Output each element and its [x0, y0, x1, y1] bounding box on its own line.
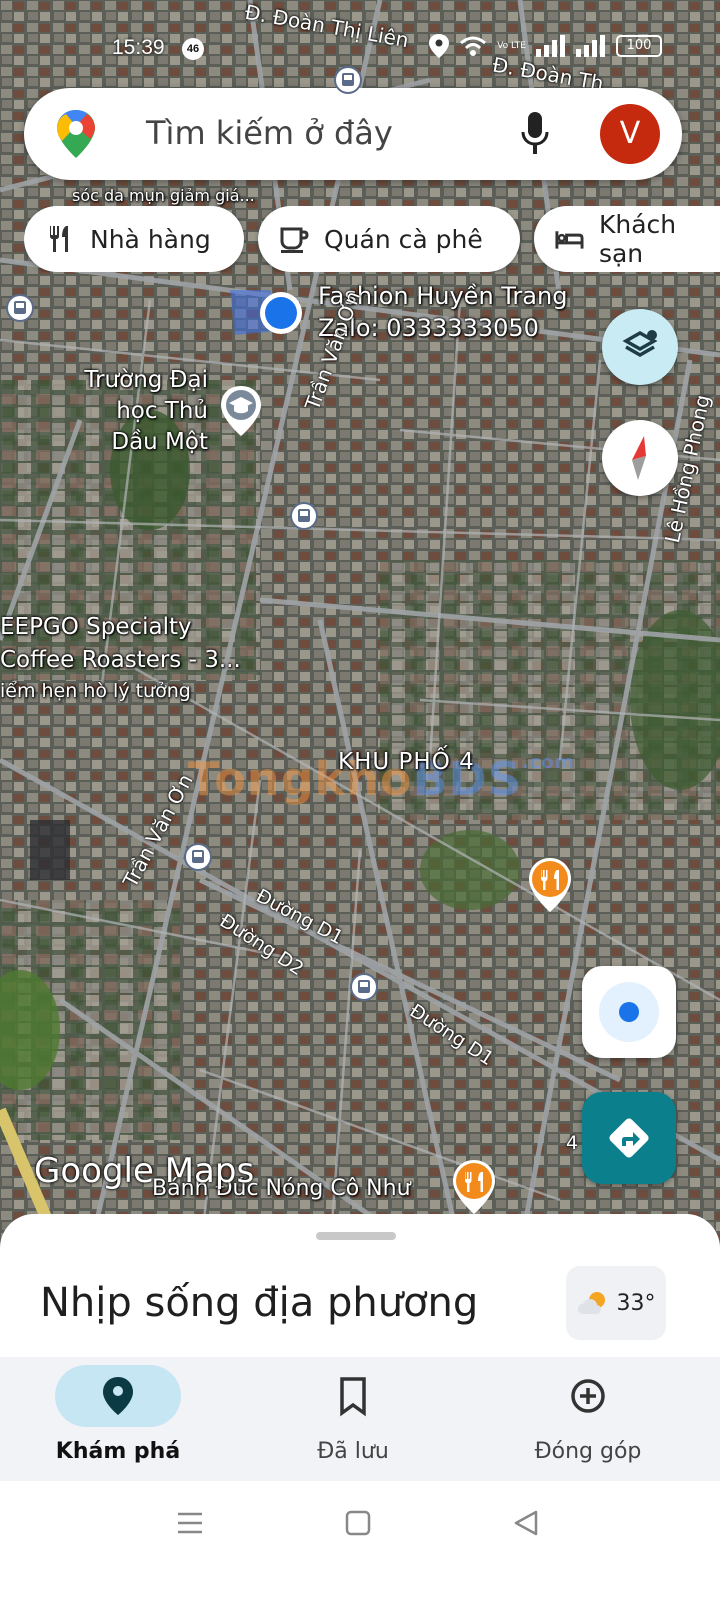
- university-line-2: học Thủ: [116, 398, 208, 424]
- school-pin-icon[interactable]: [218, 384, 264, 438]
- weather-chip[interactable]: 33°: [566, 1266, 666, 1340]
- bus-stop-icon[interactable]: [350, 973, 378, 1001]
- nav-explore[interactable]: Khám phá: [18, 1357, 218, 1481]
- add-circle-icon: [571, 1379, 605, 1413]
- compass-icon: [632, 436, 646, 480]
- network-label: Vo LTE: [497, 41, 526, 51]
- bus-stop-icon[interactable]: [290, 502, 318, 530]
- home-icon[interactable]: [344, 1509, 372, 1537]
- restaurant-pin-icon[interactable]: [450, 1158, 498, 1216]
- nav-explore-label: Khám phá: [55, 1439, 181, 1464]
- university-line-3: Dầu Một: [111, 429, 208, 455]
- bottom-sheet[interactable]: Nhịp sống địa phương 33°: [0, 1214, 720, 1360]
- watermark-part-c: .com: [521, 752, 575, 773]
- directions-button[interactable]: [582, 1092, 676, 1184]
- search-input[interactable]: Tìm kiếm ở đây: [146, 114, 393, 152]
- menu-icon[interactable]: [176, 1509, 204, 1537]
- chip-hotels-label: Khách sạn: [598, 210, 677, 268]
- place-label-university[interactable]: Trường Đại học Thủ Dầu Một: [70, 365, 208, 458]
- google-maps-attribution: Google Maps: [34, 1151, 255, 1191]
- hotel-icon: [555, 231, 584, 249]
- microphone-icon[interactable]: [520, 110, 550, 158]
- chip-hotels[interactable]: Khách sạn: [534, 206, 720, 272]
- bookmark-icon: [340, 1377, 366, 1417]
- bottom-navigation: Khám phá Đã lưu Đóng góp: [0, 1357, 720, 1481]
- chip-cafes-label: Quán cà phê: [324, 224, 483, 254]
- compass-button[interactable]: [602, 420, 678, 496]
- notification-badge: 46: [182, 38, 204, 60]
- search-bar[interactable]: Tìm kiếm ở đây V: [24, 88, 682, 180]
- explore-pin-icon: [103, 1377, 133, 1415]
- place-label-cafe[interactable]: EEPGO Specialty: [0, 614, 192, 640]
- nav-saved-label: Đã lưu: [317, 1439, 389, 1464]
- layers-icon: [622, 330, 658, 358]
- restaurant-icon: [50, 226, 68, 252]
- account-avatar[interactable]: V: [600, 104, 660, 164]
- coffee-icon: [280, 227, 309, 253]
- google-maps-pin-icon: [57, 110, 95, 158]
- my-location-icon: [599, 982, 659, 1042]
- street-label-fragment: 4: [566, 1132, 579, 1154]
- nav-saved[interactable]: Đã lưu: [253, 1357, 453, 1481]
- wifi-icon: [460, 36, 487, 56]
- drag-handle[interactable]: [316, 1232, 396, 1240]
- area-label: KHU PHỐ 4: [338, 749, 475, 775]
- signal-icon-1: [536, 35, 565, 57]
- bus-stop-icon[interactable]: [6, 294, 34, 322]
- map-view[interactable]: 15:39 46 Vo LTE 100 Đ. Đoàn Thị Liên Đ. …: [0, 0, 720, 1250]
- nav-contribute-label: Đóng góp: [534, 1439, 642, 1464]
- sheet-title: Nhịp sống địa phương: [40, 1280, 479, 1326]
- my-location-dot: [260, 292, 302, 334]
- category-chips: Nhà hàng Quán cà phê Khách sạn: [24, 206, 720, 272]
- system-navigation-bar: [0, 1481, 720, 1600]
- status-time: 15:39: [112, 36, 165, 59]
- my-location-button[interactable]: [582, 966, 676, 1058]
- location-status-icon: [429, 34, 450, 58]
- chip-restaurants-label: Nhà hàng: [90, 224, 211, 254]
- temperature: 33°: [616, 1290, 656, 1316]
- chip-cafes[interactable]: Quán cà phê: [258, 206, 520, 272]
- place-label-cafe-line3: iểm hẹn hò lý tưởng: [0, 680, 191, 702]
- partly-sunny-icon: [577, 1292, 605, 1314]
- bus-stop-icon[interactable]: [334, 66, 362, 94]
- nav-contribute[interactable]: Đóng góp: [488, 1357, 688, 1481]
- signal-icon-2: [576, 35, 605, 57]
- place-label-cafe-line2: Coffee Roasters - 3...: [0, 647, 241, 673]
- battery-indicator: 100: [616, 35, 662, 57]
- status-icons: Vo LTE 100: [429, 34, 662, 58]
- place-snippet-label: sóc da mụn giảm giá...: [72, 186, 255, 205]
- bus-stop-icon[interactable]: [184, 843, 212, 871]
- university-line-1: Trường Đại: [84, 367, 208, 393]
- restaurant-pin-icon[interactable]: [526, 856, 574, 914]
- chip-restaurants[interactable]: Nhà hàng: [24, 206, 244, 272]
- layers-button[interactable]: [602, 309, 678, 385]
- back-icon[interactable]: [512, 1509, 540, 1537]
- directions-icon: [609, 1118, 649, 1158]
